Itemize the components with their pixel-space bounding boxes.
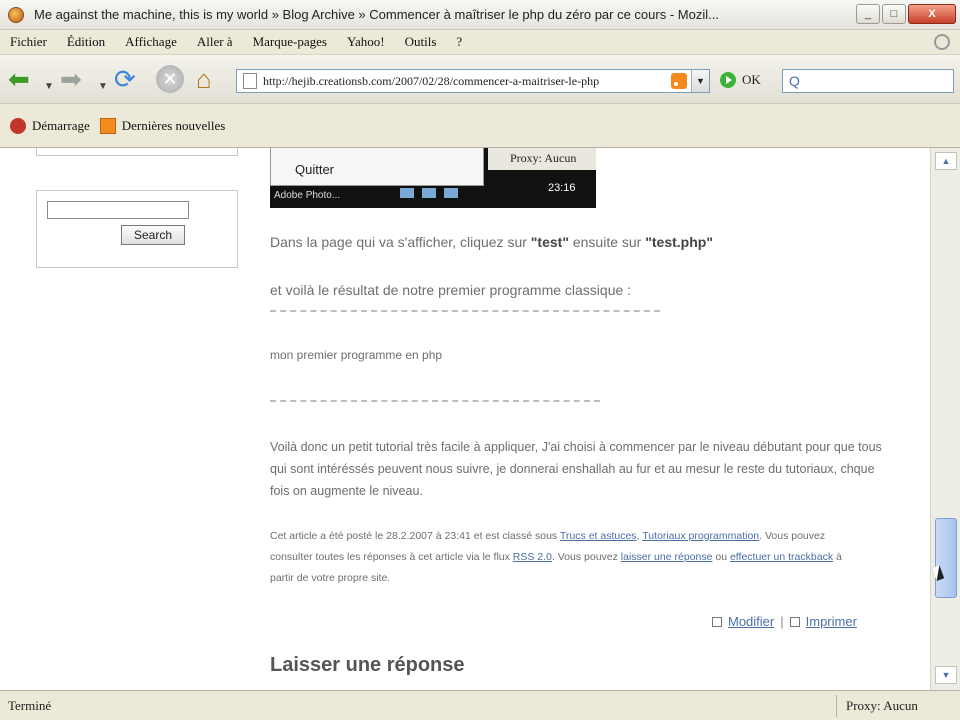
go-button[interactable]: OK: [720, 72, 761, 88]
scroll-thumb[interactable]: [935, 518, 957, 598]
go-icon: [720, 72, 736, 88]
text-span: ensuite sur: [568, 234, 646, 250]
close-button[interactable]: X: [908, 4, 956, 24]
sidebar-search-button[interactable]: Search: [121, 225, 185, 245]
search-input[interactable]: Q: [782, 69, 954, 93]
embedded-proxy-label: Proxy: Aucun: [488, 148, 596, 170]
scroll-down-icon[interactable]: ▼: [935, 666, 957, 684]
url-bar[interactable]: http://hejib.creationsb.com/2007/02/28/c…: [236, 69, 710, 93]
page-icon: [243, 73, 257, 89]
bookmark-label: Dernières nouvelles: [121, 117, 226, 133]
back-dropdown-icon[interactable]: ▼: [44, 73, 54, 101]
window-title: Me against the machine, this is my world…: [34, 7, 719, 22]
tray-icon: [444, 188, 458, 198]
bookmark-demarrage[interactable]: Démarrage: [10, 117, 90, 134]
back-arrow-icon[interactable]: ⬅: [8, 65, 30, 93]
print-link[interactable]: Imprimer: [806, 614, 857, 629]
maximize-button[interactable]: □: [882, 4, 906, 24]
status-separator: [836, 695, 837, 717]
sidebar-search-input[interactable]: [47, 201, 189, 219]
edit-link[interactable]: Modifier: [728, 614, 774, 629]
trackback-link[interactable]: effectuer un trackback: [730, 551, 833, 563]
instruction-paragraph: Dans la page qui va s'afficher, cliquez …: [270, 234, 713, 250]
menu-edition[interactable]: Édition: [67, 34, 105, 50]
print-icon: [789, 616, 800, 627]
search-engine-icon[interactable]: Q: [789, 73, 800, 89]
rss-feed-icon[interactable]: [671, 73, 687, 89]
dashed-divider: [270, 400, 600, 402]
url-text[interactable]: http://hejib.creationsb.com/2007/02/28/c…: [263, 74, 667, 89]
menu-fichier[interactable]: Fichier: [10, 34, 47, 50]
edit-icon: [712, 616, 722, 627]
menu-outils[interactable]: Outils: [405, 34, 437, 50]
meta-text: . Vous pouvez: [551, 551, 621, 563]
go-label: OK: [742, 72, 761, 87]
embedded-tray-icons: [400, 188, 480, 200]
action-separator: |: [780, 614, 784, 629]
bookmark-dernieres-nouvelles[interactable]: Dernières nouvelles: [99, 117, 226, 134]
meta-text: ou: [712, 551, 730, 563]
navigation-toolbar: ⬅ ▼ ➡ ▼ ⟳ ✕ ⌂ http://hejib.creationsb.co…: [0, 54, 960, 104]
bookmark-icon: [10, 117, 26, 134]
bold-test-php: "test.php": [645, 234, 713, 250]
bold-test: "test": [530, 234, 569, 250]
conclusion-paragraph: Voilà donc un petit tutorial très facile…: [270, 440, 882, 498]
reply-heading: Laisser une réponse: [270, 654, 465, 676]
category-link-trucs[interactable]: Trucs et astuces: [560, 530, 637, 542]
reload-icon[interactable]: ⟳: [114, 65, 136, 93]
post-meta: Cet article a été posté le 28.2.2007 à 2…: [270, 526, 860, 589]
post-actions: Modifier | Imprimer: [712, 614, 857, 629]
meta-text: Cet article a été posté le 28.2.2007 à 2…: [270, 530, 560, 542]
rss-icon: [99, 117, 116, 134]
rss-link[interactable]: RSS 2.0: [513, 551, 552, 563]
stop-icon[interactable]: ✕: [156, 65, 184, 93]
home-icon[interactable]: ⌂: [196, 65, 212, 93]
menu-affichage[interactable]: Affichage: [125, 34, 177, 50]
status-text: Terminé: [8, 698, 52, 713]
menu-yahoo[interactable]: Yahoo!: [347, 34, 385, 50]
text-span: Dans la page qui va s'afficher, cliquez …: [270, 234, 531, 250]
sidebar-widget-top: [36, 148, 238, 156]
forward-arrow-icon[interactable]: ➡: [60, 65, 82, 93]
embedded-clock: 23:16: [548, 182, 576, 194]
firefox-icon: [8, 6, 24, 23]
result-intro: et voilà le résultat de notre premier pr…: [270, 282, 632, 298]
url-dropdown-icon[interactable]: ▼: [691, 70, 709, 92]
menu-bar: Fichier Édition Affichage Aller à Marque…: [0, 30, 960, 54]
title-bar: Me against the machine, this is my world…: [0, 0, 960, 30]
dashed-divider: [270, 310, 660, 312]
embedded-context-menu: Quitter: [270, 148, 484, 186]
page-viewport: Search Quitter Adobe Photo... Proxy: Auc…: [0, 148, 930, 690]
scroll-up-icon[interactable]: ▲: [935, 152, 957, 170]
status-bar: Terminé Proxy: Aucun: [0, 690, 960, 720]
window-controls: _ □ X: [856, 4, 956, 24]
throbber-icon: [934, 34, 950, 50]
tray-icon: [400, 188, 414, 198]
proxy-status: Proxy: Aucun: [846, 698, 918, 713]
menu-aller-a[interactable]: Aller à: [197, 34, 233, 50]
embedded-menu-quit: Quitter: [295, 162, 335, 177]
vertical-scrollbar[interactable]: ▲ ▼: [930, 148, 960, 690]
bookmark-label: Démarrage: [32, 117, 90, 133]
menu-marque-pages[interactable]: Marque-pages: [253, 34, 327, 50]
forward-dropdown-icon[interactable]: ▼: [98, 73, 108, 101]
minimize-button[interactable]: _: [856, 4, 880, 24]
bookmarks-toolbar: Démarrage Dernières nouvelles: [0, 104, 960, 148]
program-output: mon premier programme en php: [270, 348, 443, 362]
category-link-tutoriaux[interactable]: Tutoriaux programmation: [642, 530, 759, 542]
tray-icon: [422, 188, 436, 198]
sidebar-search-widget: Search: [36, 190, 238, 268]
reply-link[interactable]: laisser une réponse: [621, 551, 713, 563]
menu-aide[interactable]: ?: [456, 34, 462, 50]
embedded-taskbar-item: Adobe Photo...: [274, 190, 341, 201]
